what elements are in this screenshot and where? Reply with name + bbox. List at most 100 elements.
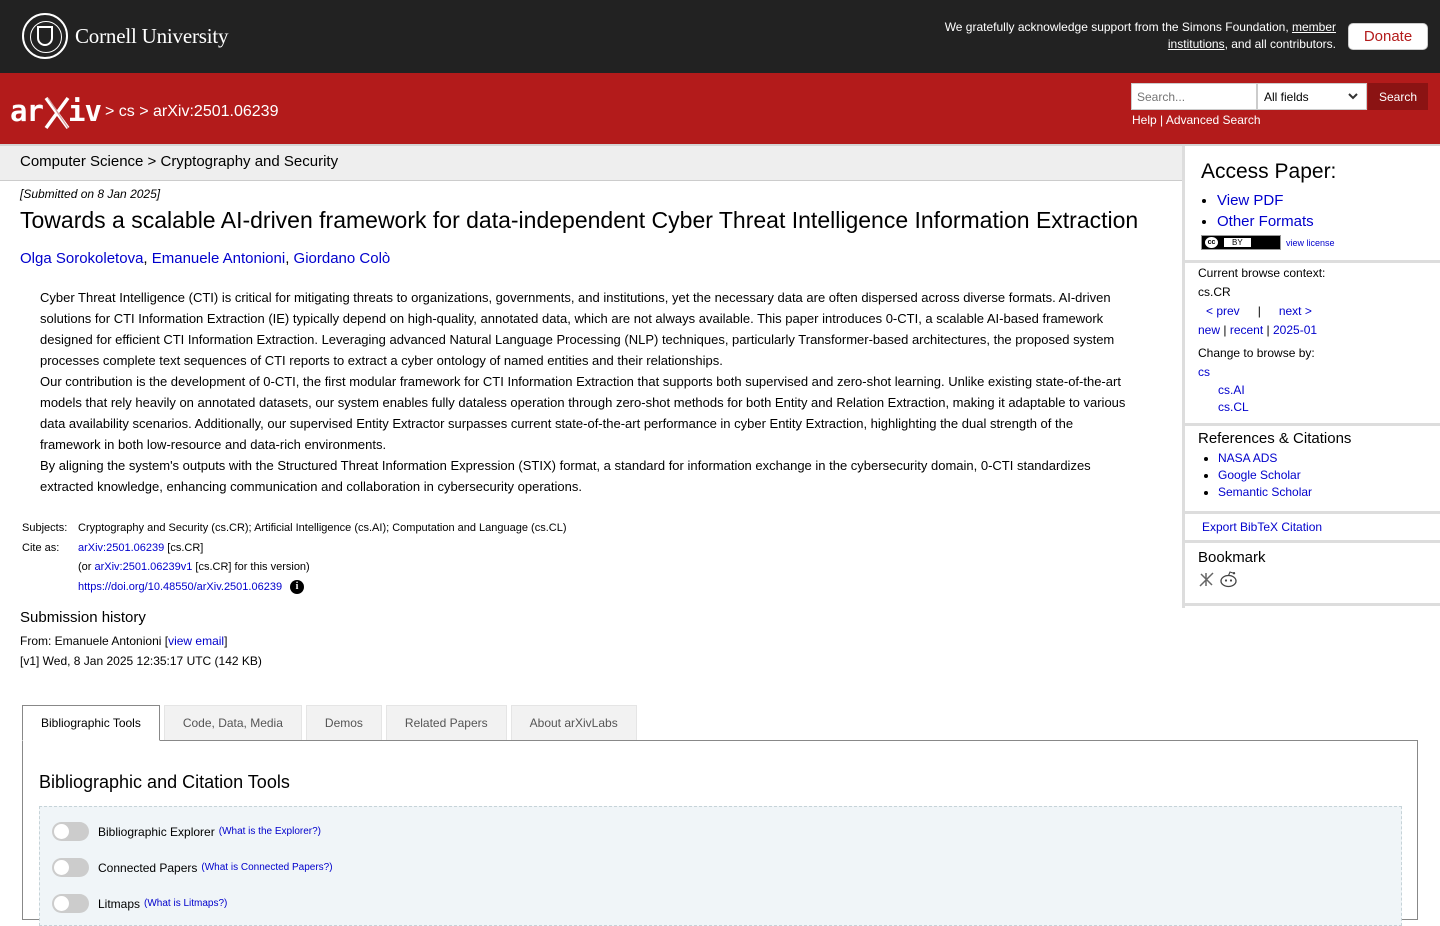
tab-related-papers[interactable]: Related Papers xyxy=(385,705,507,740)
cite-label: Cite as: xyxy=(22,541,60,554)
doi-link[interactable]: https://doi.org/10.48550/arXiv.2501.0623… xyxy=(78,581,282,593)
submission-history: From: Emanuele Antonioni [view email] [v… xyxy=(20,631,262,671)
support-suffix: , and all contributors. xyxy=(1224,37,1336,51)
info-icon[interactable]: i xyxy=(290,579,305,594)
export-bibtex-link[interactable]: Export BibTeX Citation xyxy=(1202,520,1322,534)
tools-box: Bibliographic Explorer (What is the Expl… xyxy=(39,806,1402,926)
support-text: We gratefully acknowledge support from t… xyxy=(916,19,1336,53)
bibsonomy-icon[interactable] xyxy=(1198,571,1215,588)
tab-panel: Bibliographic and Citation Tools Bibliog… xyxy=(22,740,1418,926)
browse-cs-ai-link[interactable]: cs.AI xyxy=(1218,383,1245,397)
tool-name: Litmaps xyxy=(98,896,141,911)
donate-button[interactable]: Donate xyxy=(1348,23,1428,50)
cornell-logo[interactable]: Cornell University xyxy=(22,13,228,59)
cite-version-link[interactable]: arXiv:2501.06239v1 xyxy=(95,561,193,573)
access-paper-block: Access Paper: View PDF Other Formats cc B… xyxy=(1185,146,1440,263)
tool-row: Litmaps (What is Litmaps?) xyxy=(52,894,227,913)
crumb-separator: > xyxy=(105,103,119,120)
tab-demos[interactable]: Demos xyxy=(305,705,382,740)
tool-row: Bibliographic Explorer (What is the Expl… xyxy=(52,822,321,841)
bookmark-title: Bookmark xyxy=(1198,549,1266,566)
advanced-search-link[interactable]: Advanced Search xyxy=(1166,113,1261,127)
subjects-value: Cryptography and Security (cs.CR); Artif… xyxy=(78,522,567,534)
nasa-ads-link[interactable]: NASA ADS xyxy=(1218,451,1277,465)
labs-tabs: Bibliographic Tools Code, Data, Media De… xyxy=(22,705,641,741)
access-paper-title: Access Paper: xyxy=(1201,160,1337,183)
new-link[interactable]: new xyxy=(1198,323,1220,337)
chevron-down-icon xyxy=(1348,93,1358,100)
help-link[interactable]: Help xyxy=(1132,113,1157,127)
arxiv-header: ar iv > cs > arXiv:2501.06239 All fields… xyxy=(0,73,1440,146)
arxiv-logo-icon[interactable]: ar iv xyxy=(10,92,102,134)
nav-separator: | xyxy=(1266,323,1270,337)
what-is-explorer-link[interactable]: (What is the Explorer?) xyxy=(219,826,321,837)
search-input[interactable] xyxy=(1131,83,1257,110)
cite-category: [cs.CR] xyxy=(164,541,204,554)
search-button[interactable]: Search xyxy=(1368,83,1428,110)
tool-name: Connected Papers xyxy=(98,860,198,875)
author-link[interactable]: Giordano Colò xyxy=(294,250,391,267)
panel-title: Bibliographic and Citation Tools xyxy=(39,772,290,792)
abstract-paragraph: By aligning the system's outputs with th… xyxy=(40,458,1091,494)
search-field-select[interactable]: All fields xyxy=(1257,83,1367,110)
crumb-separator: > xyxy=(134,103,154,120)
view-license-link[interactable]: view license xyxy=(1286,238,1335,248)
tab-code-data-media[interactable]: Code, Data, Media xyxy=(163,705,302,740)
semantic-scholar-link[interactable]: Semantic Scholar xyxy=(1218,485,1312,499)
google-scholar-link[interactable]: Google Scholar xyxy=(1218,468,1301,482)
bookmark-block: Bookmark xyxy=(1185,543,1440,606)
cite-version-suffix: [cs.CR] for this version) xyxy=(192,561,310,573)
submission-history-title: Submission history xyxy=(20,609,146,626)
crumb-cs-link[interactable]: cs xyxy=(119,103,135,120)
cornell-name: Cornell University xyxy=(75,23,229,48)
tool-name: Bibliographic Explorer xyxy=(98,824,215,839)
cc-by-license-icon[interactable]: cc BY xyxy=(1201,235,1281,250)
paper-abstract: Cyber Threat Intelligence (CTI) is criti… xyxy=(40,287,1130,497)
from-suffix: ] xyxy=(224,634,228,648)
author-link[interactable]: Olga Sorokoletova xyxy=(20,250,143,267)
month-link[interactable]: 2025-01 xyxy=(1273,323,1317,337)
recent-link[interactable]: recent xyxy=(1230,323,1263,337)
paper-authors: Olga Sorokoletova, Emanuele Antonioni, G… xyxy=(20,250,390,267)
cite-id-link[interactable]: arXiv:2501.06239 xyxy=(78,542,164,554)
search-links: Help | Advanced Search xyxy=(1132,113,1261,127)
bibliographic-explorer-toggle[interactable] xyxy=(52,822,89,841)
links-separator: | xyxy=(1156,113,1166,127)
cornell-seal-icon xyxy=(22,13,68,59)
cite-or: (or xyxy=(78,561,95,573)
view-pdf-link[interactable]: View PDF xyxy=(1217,192,1283,209)
header-breadcrumb: > cs > arXiv:2501.06239 xyxy=(105,103,278,121)
cite-value: arXiv:2501.06239 [cs.CR] (or arXiv:2501.… xyxy=(78,539,570,598)
submission-date: [Submitted on 8 Jan 2025] xyxy=(20,187,161,201)
author-separator: , xyxy=(143,250,152,267)
view-email-link[interactable]: view email xyxy=(168,634,224,648)
from-prefix: From: Emanuele Antonioni [ xyxy=(20,634,169,648)
author-link[interactable]: Emanuele Antonioni xyxy=(152,250,285,267)
support-prefix: We gratefully acknowledge support from t… xyxy=(944,20,1292,34)
bibtex-block: Export BibTeX Citation xyxy=(1185,514,1440,543)
litmaps-toggle[interactable] xyxy=(52,894,89,913)
subjects-label: Subjects: xyxy=(22,522,68,534)
search-field-value: All fields xyxy=(1264,90,1309,104)
next-link[interactable]: next > xyxy=(1279,302,1312,321)
abstract-paragraph: Our contribution is the development of 0… xyxy=(40,374,1126,452)
browse-cs-link[interactable]: cs xyxy=(1198,365,1210,379)
browse-context-label: Current browse context: xyxy=(1198,266,1326,280)
browse-cs-cl-link[interactable]: cs.CL xyxy=(1218,400,1249,414)
browse-context-value: cs.CR xyxy=(1198,285,1231,299)
prev-link[interactable]: < prev xyxy=(1206,302,1240,321)
other-formats-link[interactable]: Other Formats xyxy=(1217,213,1314,230)
references-title: References & Citations xyxy=(1198,430,1352,447)
reddit-icon[interactable] xyxy=(1219,571,1238,588)
version-v1: [v1] Wed, 8 Jan 2025 12:35:17 UTC (142 K… xyxy=(20,654,262,668)
author-separator: , xyxy=(285,250,294,267)
nav-separator: | xyxy=(1257,304,1261,318)
connected-papers-toggle[interactable] xyxy=(52,858,89,877)
nav-separator: | xyxy=(1223,323,1227,337)
tab-about-arxivlabs[interactable]: About arXivLabs xyxy=(510,705,637,740)
what-is-connected-papers-link[interactable]: (What is Connected Papers?) xyxy=(201,862,332,873)
crumb-paper-id: arXiv:2501.06239 xyxy=(153,103,279,120)
tab-bibliographic-tools[interactable]: Bibliographic Tools xyxy=(22,705,160,741)
sidebar: Access Paper: View PDF Other Formats cc B… xyxy=(1182,146,1440,608)
svg-text:ar: ar xyxy=(10,94,43,128)
